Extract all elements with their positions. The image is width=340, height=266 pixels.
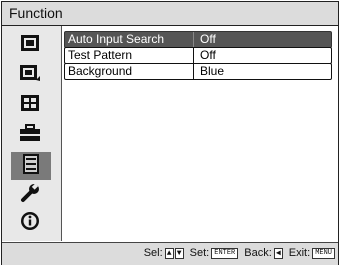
sidebar-item-picture[interactable] <box>8 34 52 56</box>
status-bar: Sel: ▲ ▼ Set: ENTER Back: ◀ Exit: MENU <box>2 242 338 265</box>
menu-sidebar <box>2 26 62 241</box>
setting-row-background[interactable]: Background Blue <box>64 63 332 80</box>
menu-key-icon: MENU <box>312 247 335 259</box>
function-icon <box>22 153 40 180</box>
sidebar-item-information[interactable] <box>8 211 52 236</box>
setting-row-auto-input-search[interactable]: Auto Input Search Off <box>64 31 332 48</box>
installation-wrench-icon <box>20 182 40 208</box>
sidebar-item-picture-advanced[interactable] <box>8 64 52 86</box>
up-arrow-key-icon: ▲ <box>164 247 174 259</box>
setting-label: Auto Input Search <box>68 32 165 46</box>
down-arrow-key-icon: ▼ <box>174 247 184 259</box>
select-label: Sel: <box>143 247 163 259</box>
settings-panel: Auto Input Search Off Test Pattern Off B… <box>62 26 338 241</box>
setup-icon <box>19 123 41 147</box>
setting-label: Background <box>68 64 133 78</box>
sidebar-item-installation[interactable] <box>8 182 52 208</box>
information-icon <box>20 211 40 236</box>
sidebar-item-screen[interactable] <box>8 94 52 116</box>
back-label: Back: <box>244 247 272 259</box>
screen-icon <box>20 94 40 117</box>
picture-advanced-icon <box>19 63 41 88</box>
exit-label: Exit: <box>288 247 311 259</box>
sidebar-item-function[interactable] <box>11 152 51 180</box>
picture-icon <box>20 34 40 57</box>
setting-label: Test Pattern <box>68 48 133 62</box>
key-guide: Sel: ▲ ▼ Set: ENTER Back: ◀ Exit: MENU <box>139 247 336 259</box>
title-bar: Function <box>2 2 338 26</box>
menu-window: Function Auto Input Search Off Test Patt… <box>1 1 339 265</box>
set-label: Set: <box>189 247 210 259</box>
setting-value: Off <box>193 32 216 47</box>
menu-title: Function <box>9 5 63 21</box>
setting-value: Off <box>193 48 216 63</box>
setting-row-test-pattern[interactable]: Test Pattern Off <box>64 47 332 64</box>
enter-key-icon: ENTER <box>211 247 239 259</box>
sidebar-item-setup[interactable] <box>8 123 52 147</box>
setting-value: Blue <box>193 64 224 79</box>
left-arrow-key-icon: ◀ <box>273 247 283 259</box>
